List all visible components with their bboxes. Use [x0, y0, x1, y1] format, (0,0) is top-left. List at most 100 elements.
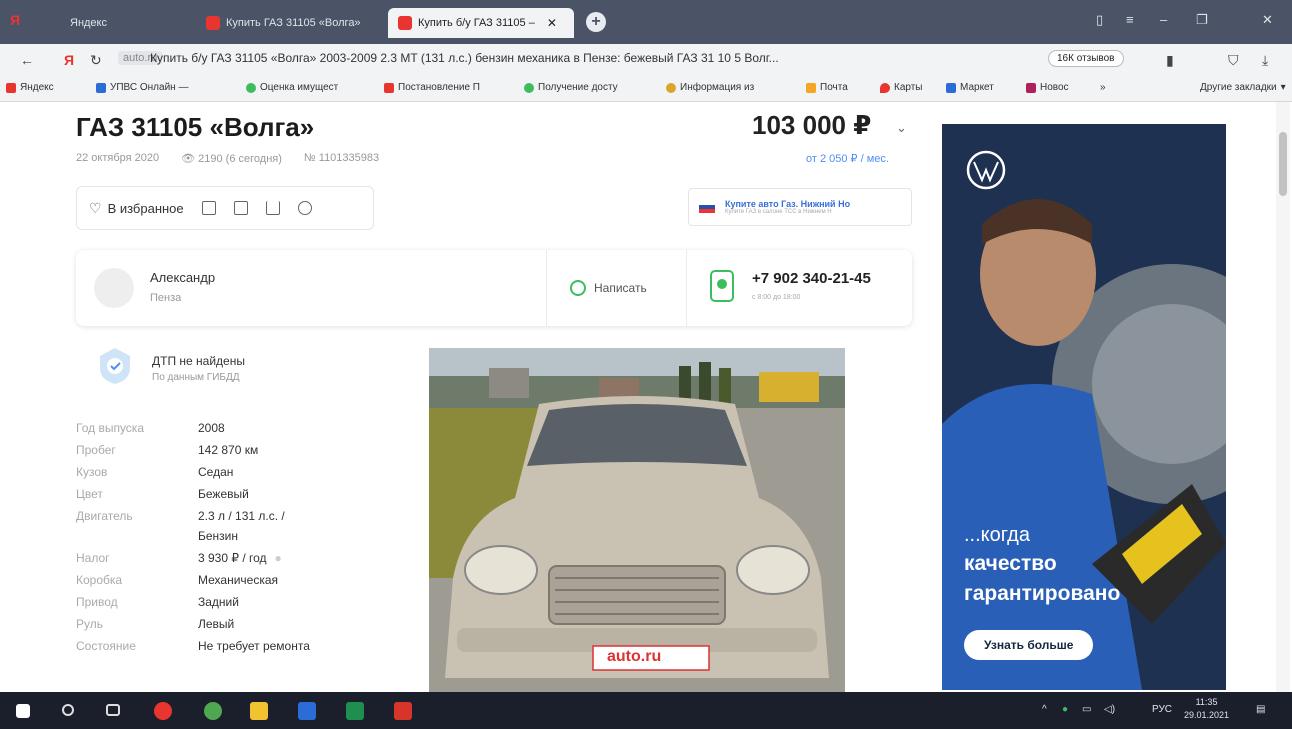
bookmark-label: Получение досту — [538, 82, 618, 93]
spec-key: Год выпуска — [76, 421, 144, 435]
bookmark-icon — [524, 82, 534, 93]
bookmark-ocenka[interactable]: Оценка имущест — [246, 82, 338, 93]
divider — [546, 250, 547, 326]
new-tab-button[interactable]: + — [586, 12, 606, 32]
favorite-button[interactable]: ♡ В избранное — [89, 200, 184, 217]
bookmark-karty[interactable]: Карты — [880, 82, 923, 93]
tab-gaz-active[interactable]: Купить б/у ГАЗ 31105 – ✕ — [388, 8, 574, 38]
menu-icon[interactable]: ≡ — [1126, 12, 1134, 27]
bookmark-novosti[interactable]: Новос — [1026, 82, 1069, 93]
bookmarks-bar: Яндекс УПВС Онлайн — Оценка имущест Пост… — [0, 76, 1292, 102]
spec-tax: Налог 3 930 ₽ / год ● — [76, 548, 356, 568]
back-icon[interactable]: ← — [20, 52, 34, 68]
bookmark-label: Карты — [894, 82, 923, 93]
download-icon[interactable]: ⤓ — [1262, 52, 1268, 69]
car-photo[interactable]: auto.ru — [429, 348, 845, 692]
listing-date: 22 октября 2020 — [76, 152, 160, 164]
close-tab-icon[interactable]: ✕ — [547, 16, 557, 30]
bookmark-market[interactable]: Маркет — [946, 82, 994, 93]
spec-engine: Двигатель 2.3 л / 131 л.с. / Бензин — [76, 506, 356, 546]
tab-label: Яндекс — [70, 17, 107, 29]
protect-icon[interactable]: ⛉ — [1228, 52, 1239, 69]
yandex-home-icon[interactable]: Я — [64, 52, 74, 68]
small-ad-subtitle: Купите ГАЗ в салоне ТСС в Нижнем Н — [725, 209, 832, 215]
bookmark-label: Оценка имущест — [260, 82, 339, 93]
bookmark-informaciya[interactable]: Информация из — [666, 82, 754, 93]
small-ad-title: Купите авто Газ. Нижний Но — [725, 199, 851, 209]
close-window-icon[interactable]: ✕ — [1262, 12, 1273, 28]
spec-drive: Привод Задний — [76, 592, 356, 612]
bookmark-upvs[interactable]: УПВС Онлайн — — [96, 82, 188, 93]
scrollbar-thumb[interactable] — [1279, 132, 1287, 196]
write-button[interactable]: Написать — [570, 280, 647, 296]
share-icon[interactable] — [265, 201, 280, 215]
spec-year: Год выпуска 2008 — [76, 418, 356, 438]
bookmark-label: Постановление П — [398, 82, 480, 93]
excel-icon[interactable] — [346, 702, 364, 720]
bookmark-pochta[interactable]: Почта — [806, 82, 848, 93]
favorite-label: В избранное — [107, 200, 184, 216]
spec-value[interactable]: Бежевый — [198, 484, 249, 504]
block-icon[interactable] — [297, 201, 312, 215]
spec-color: Цвет Бежевый — [76, 484, 356, 504]
file-explorer-icon[interactable] — [250, 702, 268, 720]
seller-name[interactable]: Александр — [150, 270, 215, 285]
bookmark-postanovlenie[interactable]: Постановление П — [384, 82, 480, 93]
price[interactable]: 103 000 ₽ — [752, 110, 871, 141]
reviews-badge[interactable]: 16К отзывов — [1048, 50, 1124, 67]
banner-text-2: качество — [964, 552, 1057, 575]
task-view-icon[interactable] — [106, 704, 120, 716]
seller-city: Пенза — [150, 292, 182, 304]
credit-link[interactable]: от 2 050 ₽ / мес. — [806, 152, 889, 165]
russia-flag-icon — [699, 201, 715, 213]
compare-icon[interactable] — [201, 201, 216, 215]
search-icon[interactable] — [62, 704, 74, 716]
tab-yandex[interactable]: Яндекс — [60, 8, 140, 38]
bookmarks-icon[interactable]: ▯ — [1096, 12, 1103, 28]
pdf-icon[interactable] — [394, 702, 412, 720]
restore-icon[interactable]: ❐ — [1196, 12, 1208, 28]
browser-tabbar: Я Яндекс Купить ГАЗ 31105 «Волга» Купить… — [0, 0, 1292, 44]
phone-number[interactable]: +7 902 340-21-45 — [752, 270, 871, 287]
tray-app-icon[interactable]: ● — [1062, 704, 1068, 715]
tab-gaz-1[interactable]: Купить ГАЗ 31105 «Волга» — [196, 8, 380, 38]
word-icon[interactable] — [298, 702, 316, 720]
spec-key: Руль — [76, 617, 103, 631]
spec-value: Левый — [198, 617, 235, 631]
spec-key: Состояние — [76, 639, 136, 653]
bookmark-yandex[interactable]: Яндекс — [6, 82, 54, 93]
app-icon[interactable] — [204, 702, 222, 720]
yandex-browser-icon[interactable]: Я — [10, 12, 24, 28]
bookmark-label: Яндекс — [20, 82, 54, 93]
notifications-icon[interactable]: ▤ — [1256, 704, 1265, 715]
bookmark-label: УПВС Онлайн — — [110, 82, 189, 93]
spec-key: Кузов — [76, 465, 108, 479]
reload-icon[interactable]: ↻ — [90, 52, 102, 69]
write-label: Написать — [594, 281, 647, 295]
bookmark-star-icon[interactable]: ▮ — [1166, 52, 1174, 69]
chevron-down-icon[interactable]: ⌄ — [896, 120, 907, 136]
note-icon[interactable] — [233, 201, 248, 215]
yandex-browser-icon[interactable] — [154, 702, 172, 720]
clock[interactable]: 11:35 29.01.2021 — [1184, 696, 1229, 722]
url-field[interactable]: Купить б/у ГАЗ 31105 «Волга» 2003-2009 2… — [150, 51, 779, 65]
language-indicator[interactable]: РУС — [1152, 704, 1172, 715]
minimize-icon[interactable]: – — [1160, 12, 1167, 27]
info-icon[interactable]: ● — [275, 548, 282, 568]
other-bookmarks[interactable]: Другие закладки ▾ — [1200, 82, 1286, 93]
bookmark-more-icon[interactable]: » — [1100, 82, 1106, 93]
learn-more-button[interactable]: Узнать больше — [964, 630, 1094, 660]
small-ad[interactable]: Купите авто Газ. Нижний Но Купите ГАЗ в … — [688, 188, 912, 226]
bookmark-poluchenie[interactable]: Получение досту — [524, 82, 618, 93]
bookmark-label: Почта — [820, 82, 848, 93]
seller-card: Александр Пенза Написать +7 902 340-21-4… — [76, 250, 912, 326]
bookmark-icon — [880, 82, 890, 93]
tray-chevron-icon[interactable]: ^ — [1042, 704, 1047, 715]
scrollbar[interactable] — [1276, 102, 1290, 692]
network-icon[interactable]: ▭ — [1082, 704, 1091, 715]
spec-value[interactable]: Седан — [198, 462, 233, 482]
windows-start-icon[interactable] — [16, 704, 30, 718]
volume-icon[interactable]: ◁) — [1104, 704, 1115, 715]
vw-ad-banner[interactable]: ...когда качество гарантировано Узнать б… — [942, 124, 1226, 690]
bookmark-label: Информация из — [680, 82, 755, 93]
